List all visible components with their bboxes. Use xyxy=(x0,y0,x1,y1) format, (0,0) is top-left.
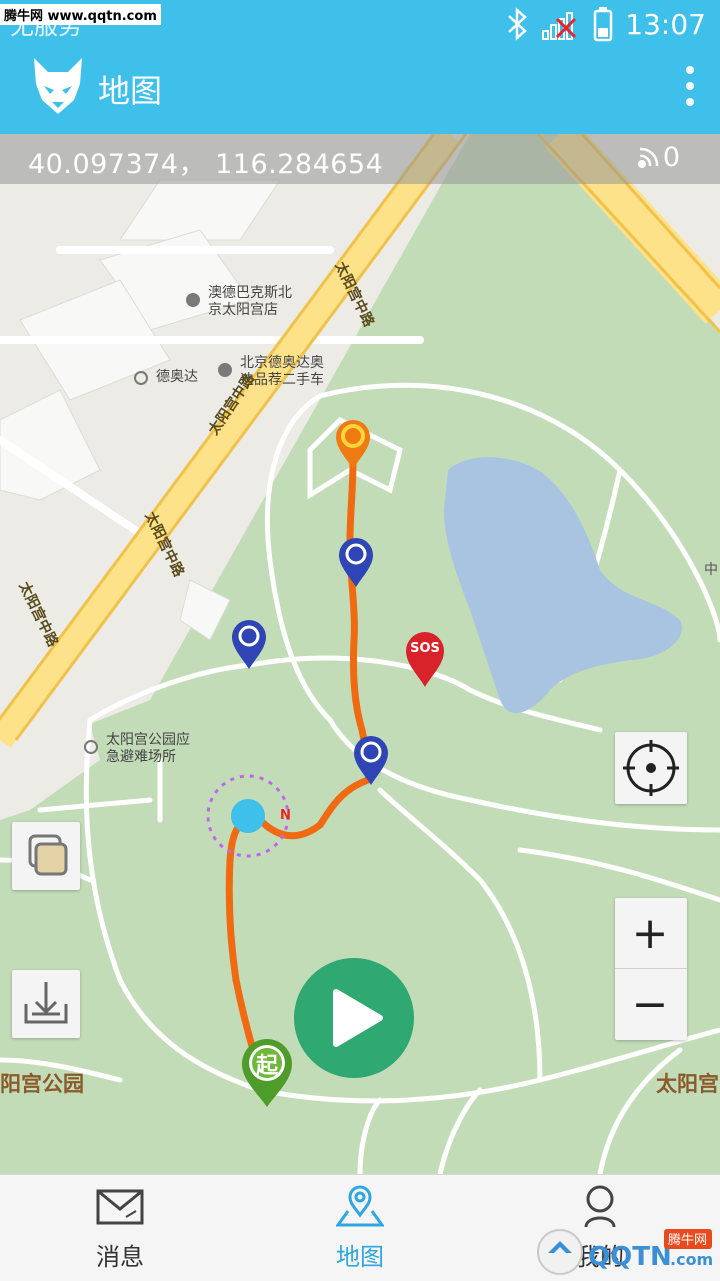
zoom-out-button[interactable]: − xyxy=(615,969,685,1039)
page-title: 地图 xyxy=(98,72,163,110)
svg-text:QQTN: QQTN xyxy=(588,1242,672,1272)
app-bar: 地图 xyxy=(0,50,720,134)
poi-label-text: 澳德巴克斯北 京太阳宫店 xyxy=(208,285,292,318)
park-label: 太阳宫 xyxy=(656,1072,719,1096)
person-icon xyxy=(584,1185,616,1228)
play-track-button[interactable] xyxy=(294,958,414,1078)
start-marker[interactable]: 起 xyxy=(240,1038,294,1108)
map-view[interactable]: 北京德奥达奥 迪品荐二手车 澳德巴克斯北 京太阳宫店 德奥达 太阳宫公园应 急避… xyxy=(0,134,720,1174)
more-vert-icon[interactable] xyxy=(678,66,702,106)
location-marker-icon[interactable] xyxy=(337,536,375,588)
coordinate-bar: 40.097374， 116.284654 0 xyxy=(0,134,720,184)
svg-text:.com: .com xyxy=(670,1250,713,1269)
poi-label: 太阳宫公园应 急避难场所 xyxy=(84,732,190,766)
mail-icon xyxy=(96,1189,144,1225)
wolf-logo-icon xyxy=(34,58,82,114)
qqtn-logo-icon: QQTN .com 腾牛网 xyxy=(537,1229,713,1275)
location-marker-icon[interactable] xyxy=(352,734,390,786)
nav-label: 地图 xyxy=(336,1243,384,1271)
download-icon xyxy=(24,982,68,1024)
poi-label: 德奥达 xyxy=(134,369,198,386)
bottom-navigation: 消息 地图 我的 QQTN .com 腾牛网 xyxy=(0,1174,720,1281)
sos-pin-icon xyxy=(406,632,444,687)
locate-button[interactable] xyxy=(615,732,687,804)
download-map-button[interactable] xyxy=(12,970,80,1038)
bluetooth-icon xyxy=(508,7,528,41)
poi-label: 澳德巴克斯北 京太阳宫店 xyxy=(186,285,292,319)
layers-icon xyxy=(28,834,68,876)
zoom-control: + − xyxy=(615,898,687,1040)
poi-label-text: 太阳宫公园应 急避难场所 xyxy=(106,732,190,765)
satellite-count: 0 xyxy=(662,142,680,173)
map-pin-icon xyxy=(336,1185,384,1227)
sos-marker[interactable]: SOS xyxy=(404,630,446,688)
nav-label: 消息 xyxy=(96,1243,144,1271)
satellite-signal-icon xyxy=(638,147,659,168)
nav-item-messages[interactable]: 消息 xyxy=(0,1175,240,1281)
location-marker-icon[interactable] xyxy=(230,618,268,670)
start-label: 起 xyxy=(255,1054,278,1079)
edge-label: 中 xyxy=(704,562,718,578)
battery-icon xyxy=(594,7,613,42)
clock: 13:07 xyxy=(625,7,706,41)
play-icon xyxy=(333,989,383,1047)
no-signal-icon xyxy=(542,12,577,40)
layer-toggle-button[interactable] xyxy=(12,822,80,890)
compass-north-label: N xyxy=(280,808,291,823)
crosshair-icon xyxy=(623,740,679,796)
poi-label-text: 德奥达 xyxy=(156,369,198,385)
end-point-marker-icon[interactable] xyxy=(334,418,372,470)
coordinate-readout: 40.097374， 116.284654 xyxy=(28,149,384,180)
park-label: 阳宫公园 xyxy=(0,1072,84,1096)
nav-item-map[interactable]: 地图 xyxy=(240,1175,480,1281)
svg-text:腾牛网: 腾牛网 xyxy=(668,1232,707,1248)
qqtn-watermark: QQTN .com 腾牛网 xyxy=(536,1227,714,1277)
status-bar: 无服务 腾牛网 www.qqtn.com 13:07 xyxy=(0,0,720,50)
sos-label: SOS xyxy=(410,641,440,656)
watermark: 腾牛网 www.qqtn.com xyxy=(0,4,161,25)
current-location-indicator: N xyxy=(204,770,296,862)
zoom-in-button[interactable]: + xyxy=(615,898,685,968)
